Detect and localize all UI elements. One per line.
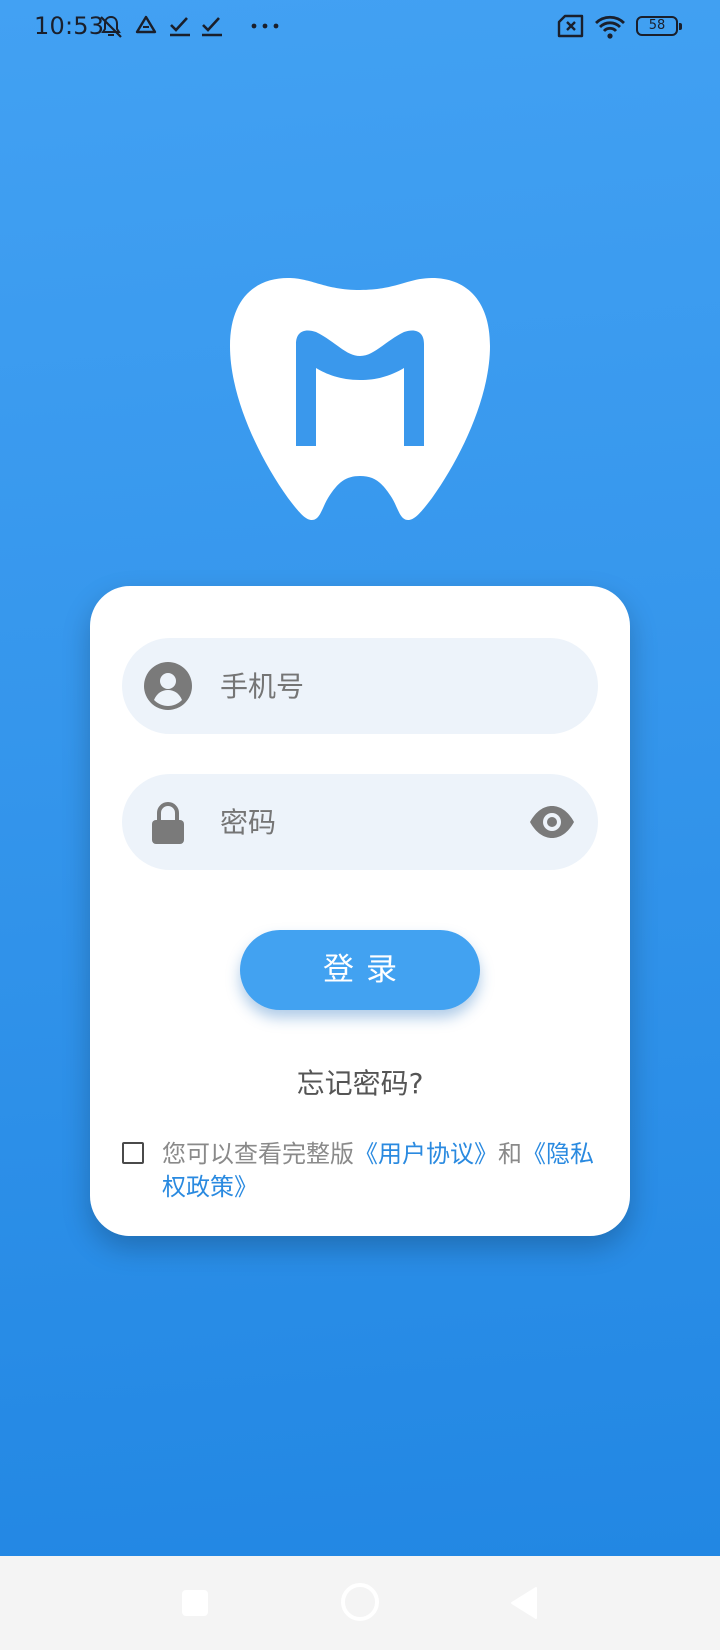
eye-icon[interactable] xyxy=(528,804,576,840)
login-button[interactable]: 登录 xyxy=(240,930,480,1010)
check-icon xyxy=(170,17,190,37)
agreement-and: 和 xyxy=(498,1140,522,1168)
agreement-prefix: 您可以查看完整版 xyxy=(162,1140,354,1168)
password-input[interactable] xyxy=(218,774,522,872)
user-agreement-link[interactable]: 《用户协议》 xyxy=(354,1140,498,1168)
user-icon xyxy=(144,662,192,710)
navigation-bar xyxy=(0,1556,720,1650)
wifi-icon xyxy=(595,15,625,39)
drive-icon xyxy=(135,15,157,34)
mute-icon xyxy=(100,15,122,38)
lock-icon xyxy=(152,802,184,844)
status-time: 10:53 xyxy=(34,12,105,40)
agreement-checkbox[interactable] xyxy=(122,1142,144,1164)
recents-button[interactable] xyxy=(180,1588,210,1618)
agreement-text: 您可以查看完整版《用户协议》和《隐私权政策》 xyxy=(162,1138,602,1204)
status-bar: 10:53 58 xyxy=(0,0,720,56)
phone-field[interactable] xyxy=(122,638,598,736)
tooth-logo xyxy=(230,278,490,520)
back-button[interactable] xyxy=(508,1586,538,1620)
battery-icon: 58 xyxy=(636,16,682,36)
forgot-password-link[interactable]: 忘记密码? xyxy=(90,1062,630,1102)
home-button[interactable] xyxy=(340,1582,380,1622)
password-field[interactable] xyxy=(122,774,598,872)
check-icon xyxy=(202,17,222,37)
sim-error-icon xyxy=(557,14,584,38)
phone-input[interactable] xyxy=(218,638,522,736)
login-card: 登录 忘记密码? 您可以查看完整版《用户协议》和《隐私权政策》 xyxy=(90,586,630,1236)
more-dots-icon xyxy=(251,23,279,29)
